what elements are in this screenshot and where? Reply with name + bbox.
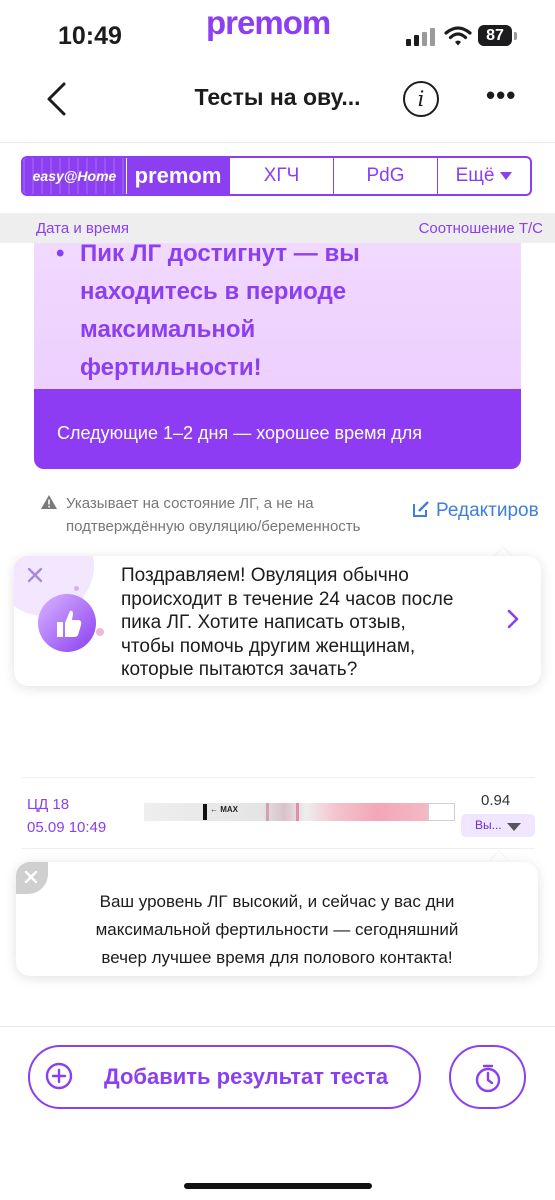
strip-max-text: MAX [220,805,239,814]
lh-level-bubble: Ваш уровень ЛГ высокий, и сейчас у вас д… [16,862,538,976]
review-prompt-bubble[interactable]: Поздравляем! Овуляция обычно происходит … [14,556,541,686]
result-value: Вы... [475,818,502,832]
edit-icon [413,501,429,517]
peak-footer-text: Следующие 1–2 дня — хорошее время для [57,423,422,443]
close-icon [24,870,38,884]
lh-line: Ваш уровень ЛГ высокий, и сейчас у вас д… [99,892,455,911]
home-indicator [184,1183,372,1189]
review-line: которые пытаются зачать? [121,659,358,680]
strip-handle [203,804,207,820]
wifi-icon [444,26,472,46]
nav-divider [0,142,555,143]
warning-icon [41,495,57,509]
lh-line: вечер лучшее время для полового контакта… [101,948,453,967]
peak-bullet: • [56,243,65,267]
tab-more[interactable]: Ещё [437,158,530,194]
strip-test-line [266,803,269,821]
strip-tip [428,803,455,821]
peak-line: Пик ЛГ достигнут — вы [80,243,360,267]
battery-cap [514,32,517,40]
close-icon[interactable] [24,564,46,586]
caret-down-icon [507,823,521,831]
close-button[interactable] [16,862,48,894]
tab-more-label: Ещё [455,165,495,186]
cellular-signal-icon [406,28,436,46]
caret-down-icon [500,172,513,180]
decoration-dot [74,586,79,591]
strip-max-label: ← MAX [210,805,239,814]
back-chevron-icon[interactable] [42,80,72,118]
test-type-tabs: easy@Home premom ХГЧ PdG Ещё [21,156,532,196]
warning-line: подтверждённую овуляцию/беременность [66,518,361,535]
tab-hcg[interactable]: ХГЧ [229,158,333,194]
status-time: 10:49 [58,22,122,50]
row-divider [22,848,535,849]
warning-line: Указывает на состояние ЛГ, а не на [66,495,314,512]
warning-text: Указывает на состояние ЛГ, а не на подтв… [66,492,406,538]
column-tc-ratio: Соотношение Т/С [418,220,543,237]
review-prompt-text: Поздравляем! Овуляция обычно происходит … [121,564,501,682]
plus-circle-icon [45,1062,73,1090]
info-icon[interactable]: i [403,81,439,117]
peak-line: фертильности! [80,354,262,381]
tab-premom[interactable]: premom [126,158,229,194]
tab-easy-home[interactable]: easy@Home [23,158,126,194]
peak-line: находитесь в периоде [80,278,347,305]
tab-pdg[interactable]: PdG [333,158,437,194]
page-title: Тесты на ову... [194,84,361,110]
review-line: Поздравляем! Овуляция обычно [121,565,409,586]
edit-link[interactable]: Редактиров [412,500,539,522]
lh-line: максимальной фертильности — сегодняшний [95,920,459,939]
review-line: чтобы помочь другим женщинам, [121,635,416,657]
decoration-dot [96,628,104,636]
edit-label: Редактиров [436,500,539,521]
tc-ratio-value: 0.94 [481,792,511,809]
test-datetime: 05.09 10:49 [27,819,107,836]
test-strip-image[interactable] [144,803,455,821]
row-divider [22,777,535,778]
review-line: пика ЛГ. Хотите написать отзыв, [121,612,406,633]
cycle-day: ЦД 18 [27,796,70,813]
more-options-icon[interactable]: ••• [486,80,516,111]
lh-level-text: Ваш уровень ЛГ высокий, и сейчас у вас д… [46,888,508,972]
review-line: происходит в течение 24 часов после [121,588,454,610]
brand-logo: premom [206,4,331,41]
chevron-right-icon[interactable] [506,608,520,630]
strip-control-line [296,803,299,821]
battery-icon: 87 [478,25,512,46]
column-date-time: Дата и время [36,220,130,237]
add-test-result-label: Добавить результат теста [104,1064,389,1089]
bottom-divider [0,1026,555,1027]
thumbs-up-icon [38,594,96,652]
peak-message: • Пик ЛГ достигнут — вы находитесь в пер… [56,243,500,387]
timer-icon [475,1064,501,1093]
peak-line: максимальной [80,316,256,343]
